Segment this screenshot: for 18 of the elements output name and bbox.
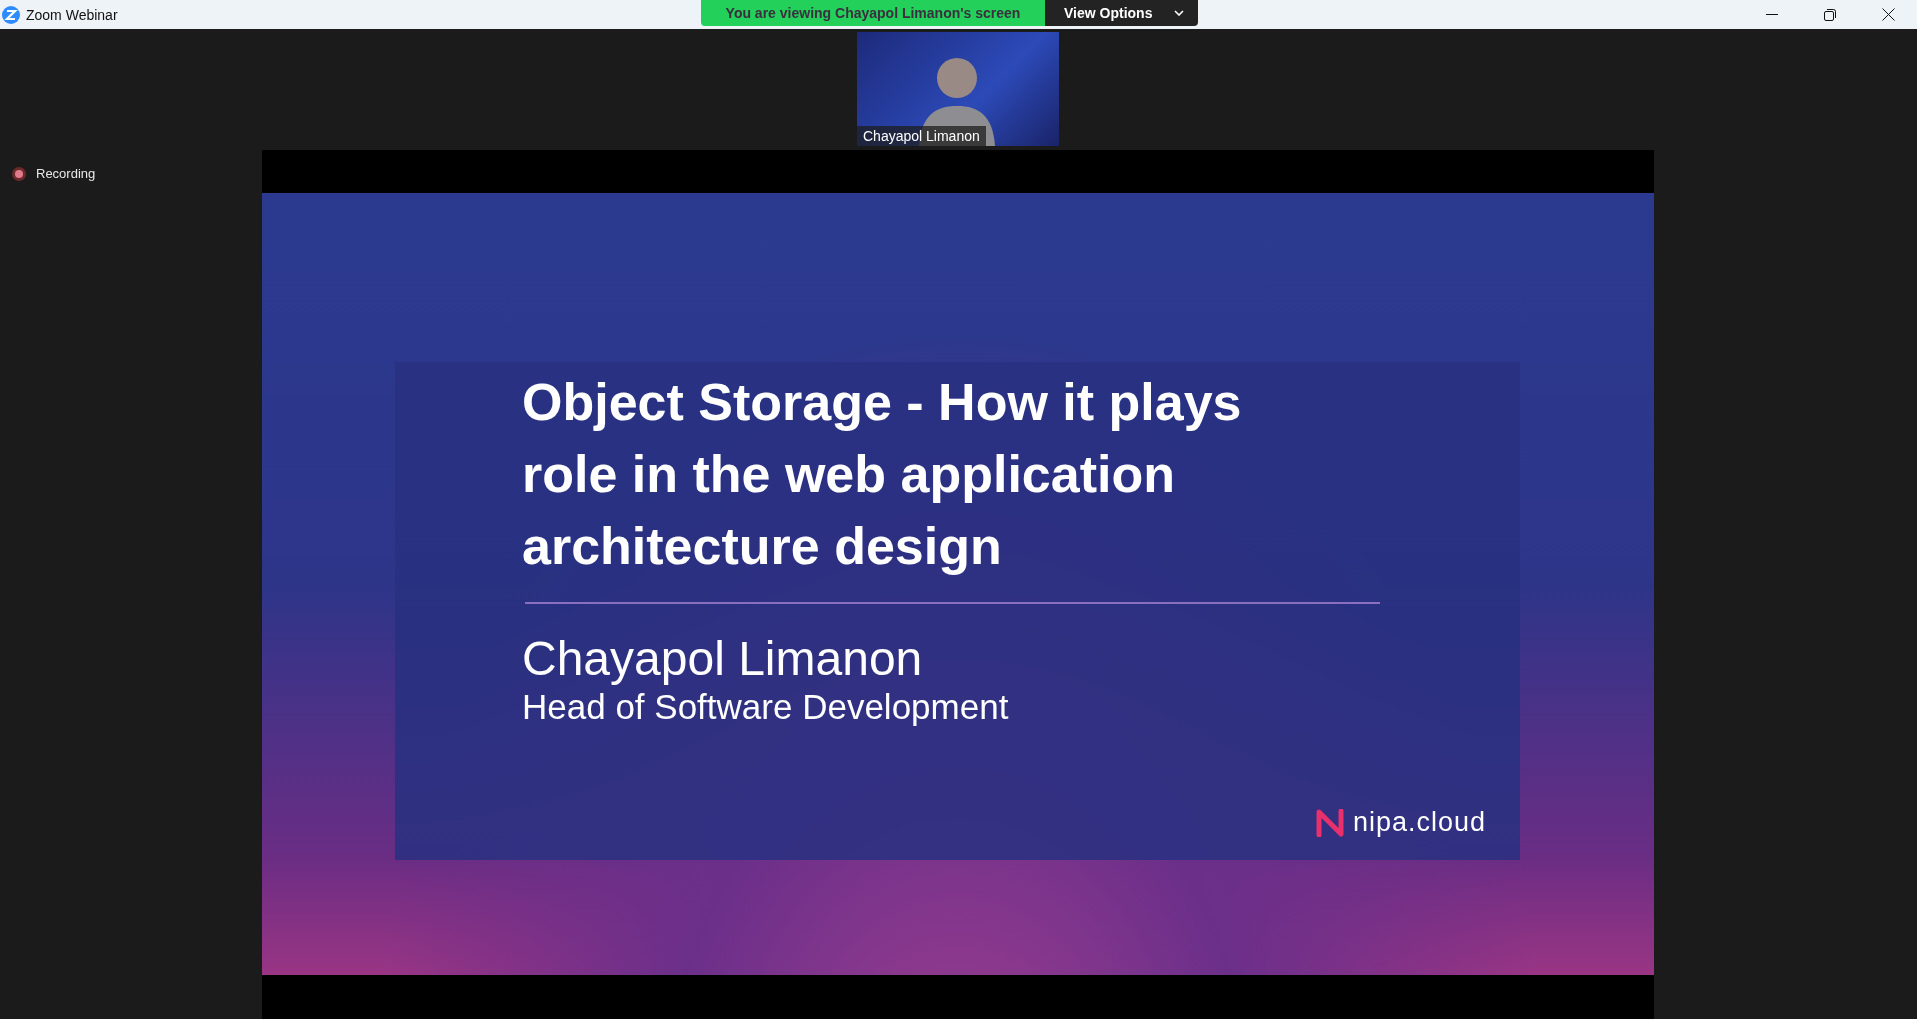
restore-icon <box>1824 8 1836 21</box>
recording-icon <box>12 166 26 181</box>
screen-share-banner: You are viewing Chayapol Limanon's screen <box>701 0 1045 26</box>
presenter-role: Head of Software Development <box>522 686 1010 728</box>
view-options-button[interactable]: View Options <box>1045 0 1198 26</box>
participant-name: Chayapol Limanon <box>857 126 986 146</box>
brand-name: nipa.cloud <box>1352 807 1486 838</box>
caret-icon <box>1174 10 1185 16</box>
presenter-name: Chayapol Limanon <box>522 632 924 686</box>
recording-label: Recording <box>36 166 96 181</box>
brand-logo-icon <box>1314 808 1345 837</box>
app-logo-icon <box>2 5 20 24</box>
window-title: Zoom Webinar <box>26 6 118 23</box>
minimize-icon <box>1766 13 1778 16</box>
slide-title: Object Storage - How it plays <box>522 372 1243 433</box>
slide-title: architecture design <box>522 516 1003 577</box>
close-icon <box>1881 8 1895 21</box>
slide-title: role in the web application <box>522 444 1176 505</box>
